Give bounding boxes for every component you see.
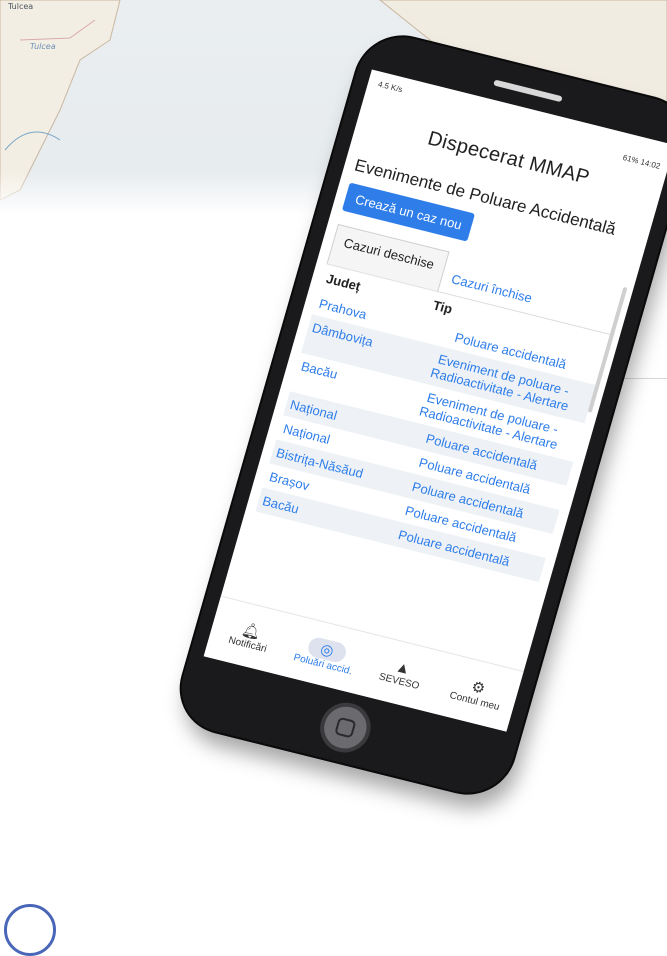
status-right: 61% 14:02 [621,152,662,171]
ring-decoration [4,904,56,956]
phone-body: 4.5 K/s 61% 14:02 Dispecerat MMAP Evenim… [170,27,667,803]
nav-seveso[interactable]: ▲ SEVESO [364,652,440,696]
nav-account[interactable]: ⚙ Contul meu [439,670,515,715]
phone-speaker [493,79,563,103]
home-button[interactable] [314,697,377,758]
map-label: Tulcea [30,42,56,51]
radiation-icon: ◎ [318,640,336,660]
nav-pollution[interactable]: ◎ Poluări accid. [287,631,363,678]
column-type: Tip [431,297,455,317]
phone-screen: 4.5 K/s 61% 14:02 Dispecerat MMAP Evenim… [203,69,667,732]
main-content: Evenimente de Poluare Accidentală Crează… [246,132,657,585]
phone-mockup: 4.5 K/s 61% 14:02 Dispecerat MMAP Evenim… [170,15,667,885]
status-left: 4.5 K/s [376,79,404,95]
nav-notifications[interactable]: 🔔︎ Notificări [212,613,288,658]
map-label: Tulcea [8,2,34,11]
